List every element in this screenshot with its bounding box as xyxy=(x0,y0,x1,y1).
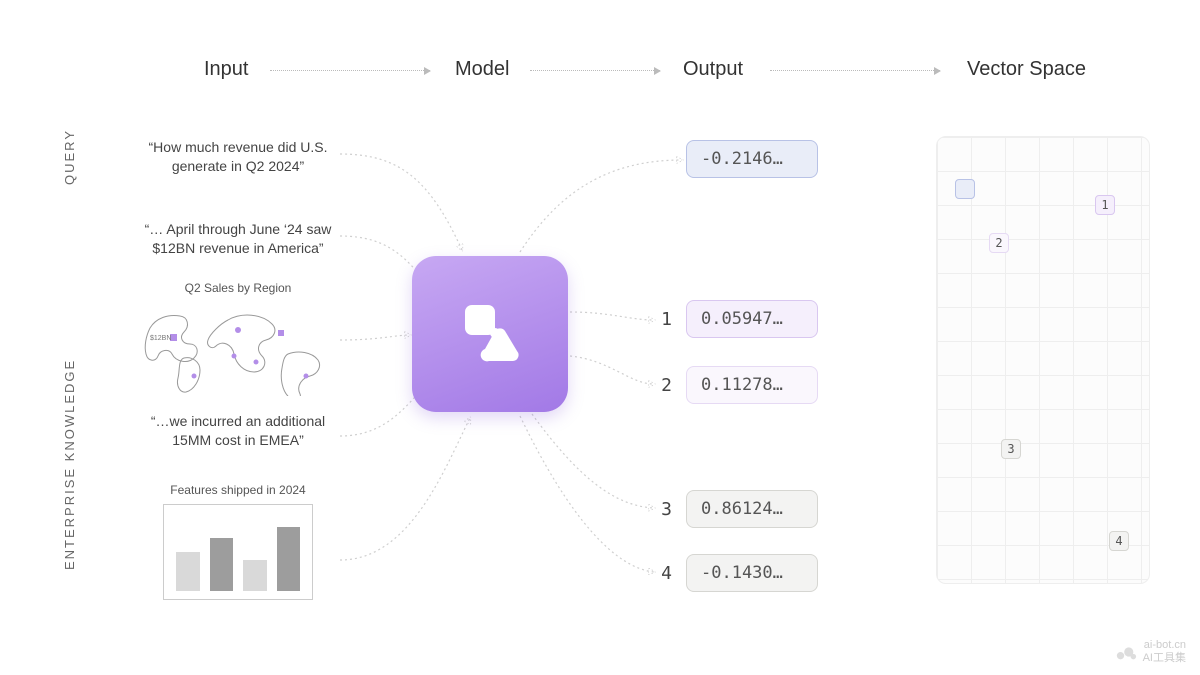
output-index-2: 2 xyxy=(656,375,672,396)
row-label-query: QUERY xyxy=(62,129,77,185)
input-query-text: “How much revenue did U.S. generate in Q… xyxy=(138,138,338,176)
output-value-3: 0.86124… xyxy=(686,490,818,528)
vector-space-grid: 1 2 3 4 xyxy=(936,136,1150,584)
output-row-4: 4 -0.1430… xyxy=(656,554,818,592)
watermark: ai-bot.cn AI工具集 xyxy=(1115,639,1186,665)
output-query: -0.2146… xyxy=(686,140,818,178)
row-label-enterprise: ENTERPRISE KNOWLEDGE xyxy=(62,359,77,570)
output-index-3: 3 xyxy=(656,499,672,520)
header-vector-space: Vector Space xyxy=(967,58,1086,81)
arrow-output-vspace xyxy=(770,70,940,71)
output-value-2: 0.11278… xyxy=(686,366,818,404)
output-row-3: 3 0.86124… xyxy=(656,490,818,528)
vs-point-4: 4 xyxy=(1109,531,1129,551)
output-value-4: -0.1430… xyxy=(686,554,818,592)
bar-chart-icon xyxy=(163,504,313,600)
input-chart-bar: Features shipped in 2024 xyxy=(138,482,338,600)
vs-point-3: 3 xyxy=(1001,439,1021,459)
header-input: Input xyxy=(204,58,248,81)
input-doc-2: “…we incurred an additional 15MM cost in… xyxy=(138,412,338,450)
arrow-input-model xyxy=(270,70,430,71)
model-box xyxy=(412,256,568,412)
world-map-icon: $12BN xyxy=(138,300,338,396)
vs-point-2: 2 xyxy=(989,233,1009,253)
watermark-line1: ai-bot.cn xyxy=(1143,639,1186,652)
header-output: Output xyxy=(683,58,743,81)
vs-point-query xyxy=(955,179,975,199)
output-index-4: 4 xyxy=(656,563,672,584)
vs-point-1: 1 xyxy=(1095,195,1115,215)
input-chart-world-map: Q2 Sales by Region $12BN xyxy=(138,280,338,396)
chart2-title: Features shipped in 2024 xyxy=(138,482,338,498)
arrow-model-output xyxy=(530,70,660,71)
output-row-1: 1 0.05947… xyxy=(656,300,818,338)
output-value-1: 0.05947… xyxy=(686,300,818,338)
svg-text:$12BN: $12BN xyxy=(150,335,171,342)
output-index-1: 1 xyxy=(656,309,672,330)
model-icon xyxy=(455,299,525,369)
watermark-line2: AI工具集 xyxy=(1143,652,1186,665)
output-query-value: -0.2146… xyxy=(686,140,818,178)
input-doc-1: “… April through June ‘24 saw $12BN reve… xyxy=(138,220,338,258)
output-row-2: 2 0.11278… xyxy=(656,366,818,404)
header-model: Model xyxy=(455,58,509,81)
chart1-title: Q2 Sales by Region xyxy=(138,280,338,296)
